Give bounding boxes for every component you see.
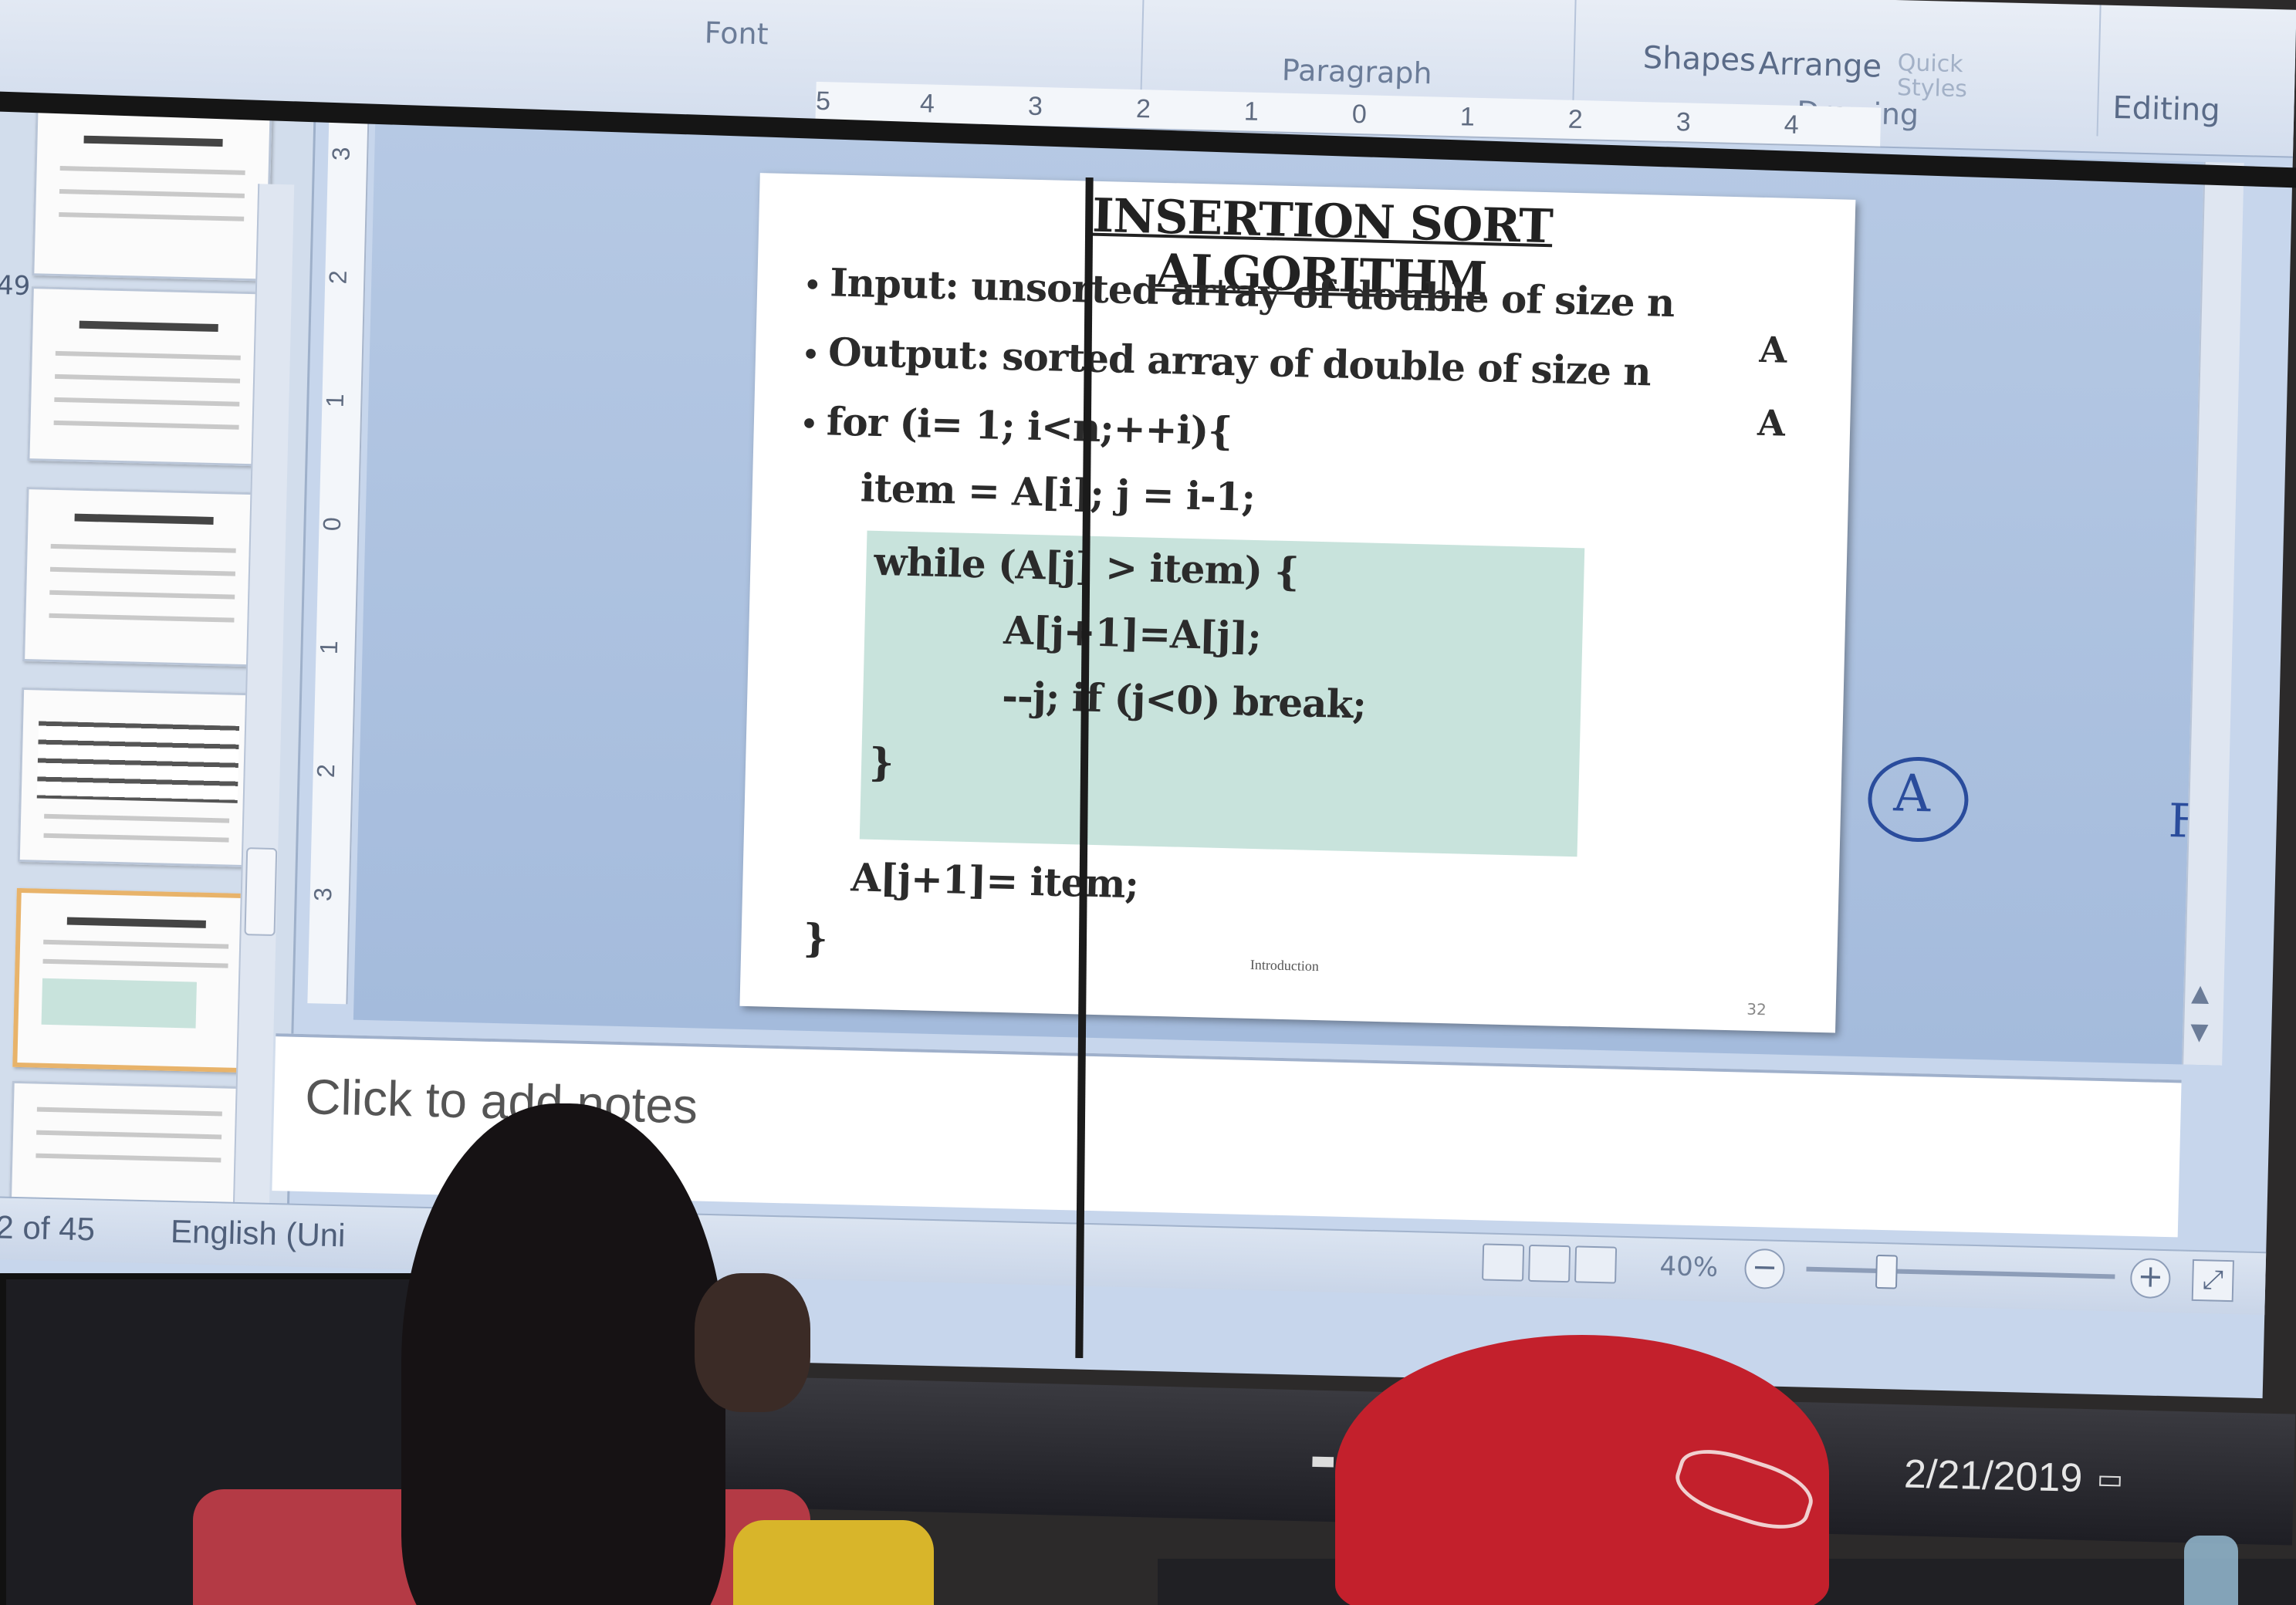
ruler-tick: 1 <box>1459 102 1476 132</box>
margin-label: A <box>1757 401 1786 444</box>
slides-thumbnail-panel: 49 <box>0 100 316 1227</box>
arrange-button[interactable]: Arrange <box>1758 46 1882 85</box>
slide-thumbnail-selected[interactable] <box>12 887 258 1073</box>
scroll-down-icon[interactable]: ▼ <box>2190 1019 2209 1046</box>
margin-label: A <box>1758 328 1787 371</box>
slide-thumbnail[interactable] <box>17 687 259 868</box>
water-bottle <box>2184 1536 2238 1605</box>
ruler-tick: 3 <box>1027 91 1043 122</box>
code-decrement-line[interactable]: --j; if (j<0) break; <box>1002 673 1367 728</box>
bullet-dot-icon: • <box>800 407 818 441</box>
thumbnail-number: 49 <box>0 270 31 302</box>
taskbar-date[interactable]: 2/21/2019 <box>1903 1451 2083 1502</box>
ruler-tick: 5 <box>815 86 831 117</box>
bullet-output[interactable]: • Output: sorted array of double of size … <box>801 329 1652 395</box>
ruler-tick: 1 <box>314 640 343 655</box>
bullet-text: for (i= 1; i<n;++i){ <box>826 398 1233 454</box>
slide-thumbnail[interactable] <box>22 487 263 667</box>
code-for-close[interactable]: } <box>803 915 828 961</box>
bullet-dot-icon: • <box>801 338 820 372</box>
thumbnail-scroll-thumb[interactable] <box>244 847 278 937</box>
tray-battery-icon[interactable]: ▭ <box>2096 1463 2123 1495</box>
code-while-close[interactable]: } <box>868 739 894 786</box>
foreground-shirt <box>733 1520 934 1605</box>
ruler-tick: 3 <box>326 147 355 161</box>
slide-thumbnail[interactable] <box>8 1080 249 1215</box>
tray-icon[interactable]: ▬ <box>1310 1444 1337 1477</box>
group-label-font: Font <box>704 15 769 52</box>
ruler-tick: 3 <box>308 887 337 902</box>
slide-counter: 32 of 45 <box>0 1208 96 1248</box>
ruler-tick: 1 <box>320 393 350 408</box>
audience-hand-with-phone <box>695 1273 810 1412</box>
annotation-mark: A <box>1892 763 1932 824</box>
shapes-button[interactable]: Shapes <box>1642 40 1756 79</box>
fit-to-window-icon[interactable]: ⤢ <box>2191 1259 2234 1303</box>
bullet-for-loop[interactable]: • for (i= 1; i<n;++i){ <box>800 398 1233 454</box>
slide-edit-area[interactable]: INSERTION SORT ALGORITHM • Input: unsorte… <box>353 117 2243 1066</box>
zoom-in-icon[interactable]: + <box>2129 1257 2171 1299</box>
ruler-tick: 0 <box>1351 99 1368 130</box>
zoom-slider-knob[interactable] <box>1875 1254 1898 1289</box>
slide-thumbnail[interactable] <box>32 101 272 282</box>
ruler-tick: 4 <box>1784 110 1800 140</box>
cap-logo-icon <box>1669 1438 1820 1540</box>
ruler-tick: 0 <box>317 516 347 532</box>
slide-sorter-view-icon[interactable] <box>1528 1244 1571 1283</box>
slide-canvas[interactable]: INSERTION SORT ALGORITHM • Input: unsorte… <box>739 173 1856 1033</box>
zoom-slider[interactable] <box>1806 1254 2115 1289</box>
normal-view-icon[interactable] <box>1482 1243 1525 1282</box>
scroll-up-icon[interactable]: ▲ <box>2191 980 2210 1008</box>
language-indicator[interactable]: English (Uni <box>170 1213 347 1255</box>
quick-styles-button[interactable]: Quick Styles <box>1897 49 1991 103</box>
ruler-tick: 1 <box>1243 96 1260 127</box>
bullet-dot-icon: • <box>803 269 821 302</box>
ruler-tick: 4 <box>919 89 935 119</box>
ruler-tick: 2 <box>1135 94 1151 124</box>
group-label-paragraph: Paragraph <box>1281 52 1433 91</box>
ribbon-group-editing[interactable]: Editing <box>2097 5 2254 140</box>
ruler-tick: 2 <box>323 269 352 285</box>
code-assign-line[interactable]: item = A[i]; j = i-1; <box>860 465 1256 519</box>
ruler-tick: 3 <box>1676 107 1692 137</box>
slide-thumbnail[interactable] <box>27 286 268 467</box>
audience-head-right <box>1335 1335 1829 1605</box>
audience-head-left <box>401 1103 725 1605</box>
ruler-tick: 2 <box>1567 104 1584 135</box>
powerpoint-window: Font Paragraph Shapes Arrange Quick Styl… <box>0 0 2296 1399</box>
slide-number: 32 <box>1746 999 1767 1019</box>
editing-button[interactable]: Editing <box>2112 90 2220 128</box>
photo-scene: Font Paragraph Shapes Arrange Quick Styl… <box>0 0 2296 1605</box>
zoom-level[interactable]: 40% <box>1659 1251 1719 1283</box>
bullet-text: Output: sorted array of double of size n <box>827 329 1652 395</box>
ruler-tick: 2 <box>311 763 340 779</box>
code-insert-line[interactable]: A[j+1]= item; <box>850 854 1139 907</box>
zoom-out-icon[interactable]: − <box>1743 1248 1786 1289</box>
slide-footer: Introduction <box>1249 956 1320 975</box>
code-shift-line[interactable]: A[j+1]=A[j]; <box>1003 607 1262 659</box>
slideshow-view-icon[interactable] <box>1574 1245 1618 1284</box>
